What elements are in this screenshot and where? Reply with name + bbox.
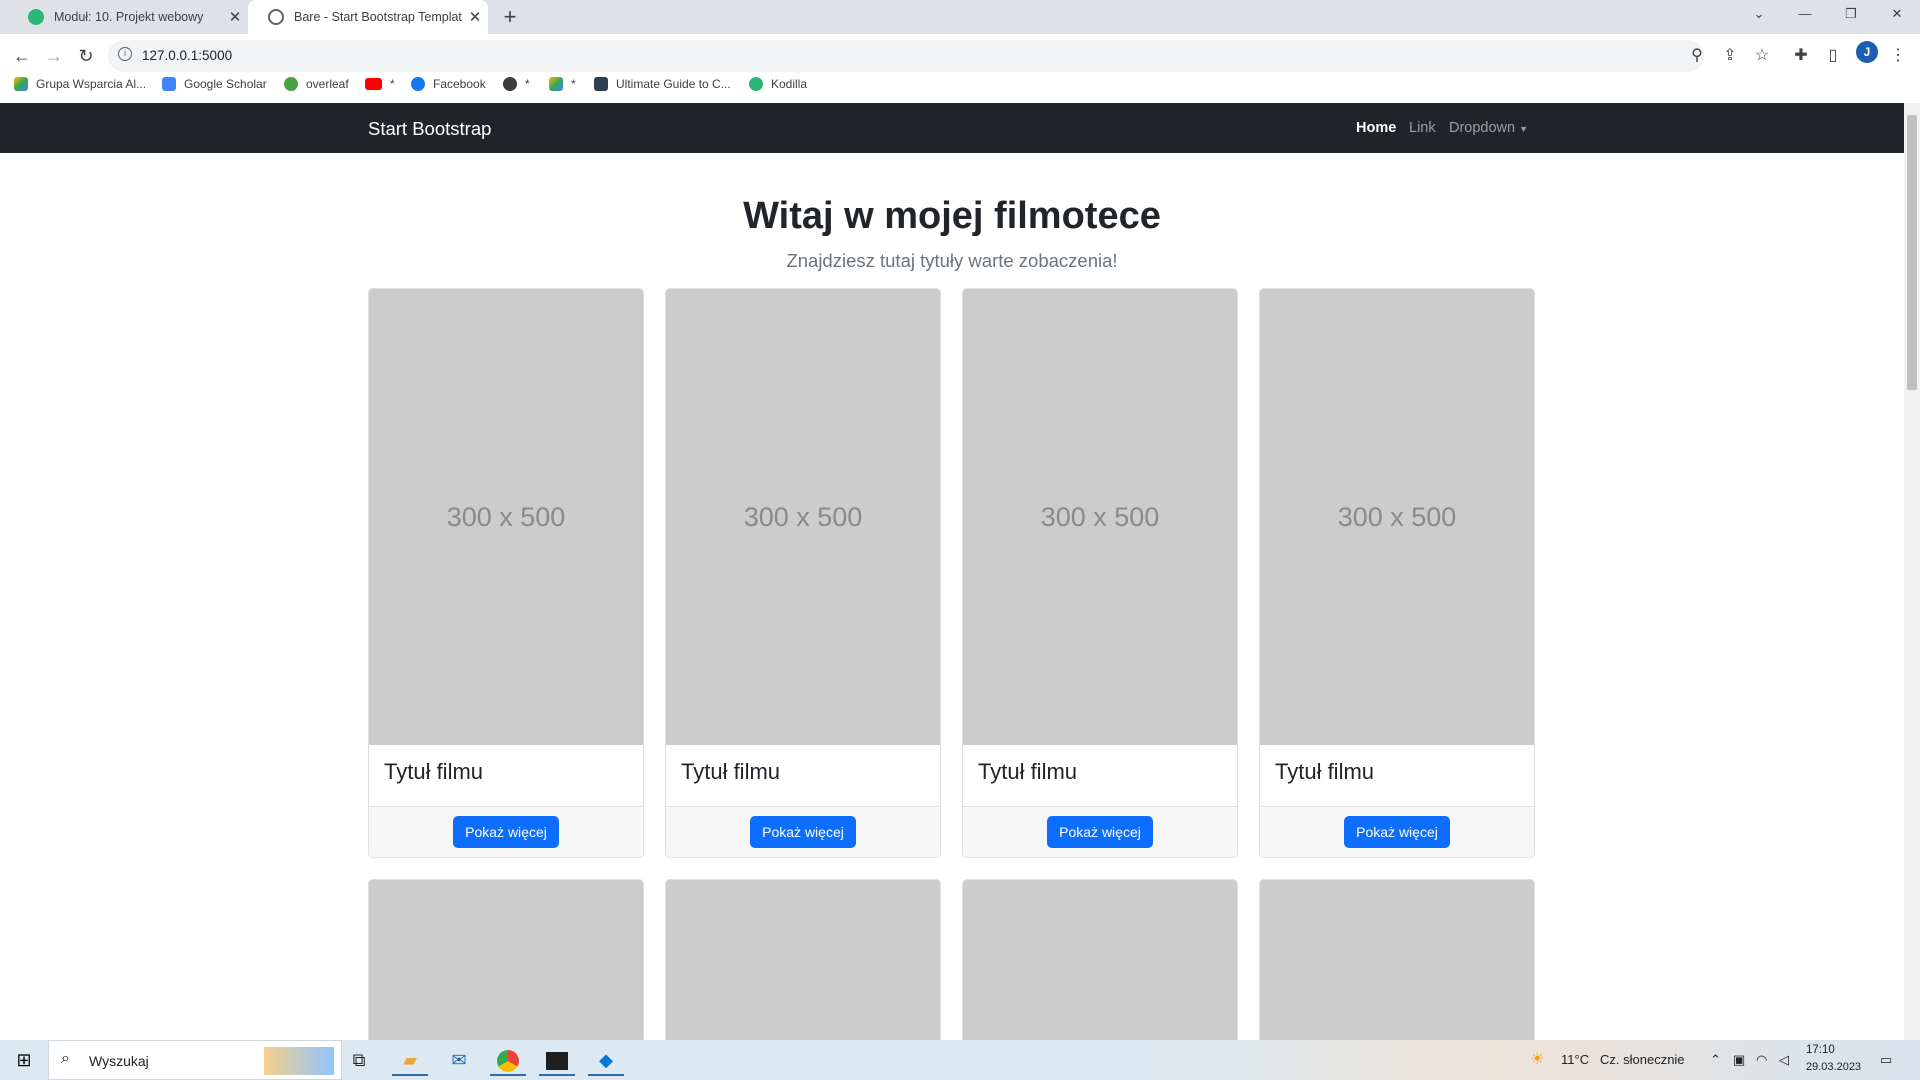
- drive-icon: [549, 77, 563, 91]
- poster-placeholder: 300 x 500: [1260, 289, 1534, 745]
- card-title: Tytuł filmu: [369, 745, 643, 807]
- bookmark-chatgpt[interactable]: *: [503, 76, 530, 92]
- file-explorer-icon[interactable]: ▰: [392, 1044, 428, 1076]
- overleaf-icon: [284, 77, 298, 91]
- taskbar-search[interactable]: ⌕ Wyszukaj: [48, 1040, 342, 1080]
- back-button[interactable]: ←: [8, 42, 36, 70]
- poster-placeholder: 300 x 500: [963, 289, 1237, 745]
- bookmark-kodilla[interactable]: Kodilla: [749, 76, 807, 92]
- extensions-icon[interactable]: ✚: [1787, 42, 1815, 70]
- side-panel-icon[interactable]: ▯: [1819, 42, 1847, 70]
- tab-bare[interactable]: Bare - Start Bootstrap Template ✕: [248, 0, 488, 34]
- card-title: Tytuł filmu: [666, 745, 940, 807]
- notifications-icon[interactable]: ▭: [1880, 1052, 1892, 1068]
- weather-icon: ☀: [1530, 1051, 1545, 1068]
- navbar-brand[interactable]: Start Bootstrap: [368, 118, 491, 140]
- globe-icon: [268, 9, 284, 25]
- scrollbar-thumb[interactable]: [1907, 115, 1917, 390]
- bookmark-facebook[interactable]: Facebook: [411, 76, 486, 92]
- weather-temp[interactable]: 11°C: [1561, 1052, 1589, 1067]
- show-more-button[interactable]: Pokaż więcej: [1344, 816, 1450, 848]
- chrome-icon[interactable]: [490, 1044, 526, 1076]
- scholar-icon: [162, 77, 176, 91]
- caret-down-icon: ▼: [1519, 124, 1529, 134]
- windows-start-icon[interactable]: ⊞: [6, 1044, 42, 1076]
- show-more-button[interactable]: Pokaż więcej: [453, 816, 559, 848]
- youtube-icon: [365, 78, 382, 90]
- url-text: 127.0.0.1:5000: [142, 48, 233, 63]
- tab-search-icon[interactable]: ⌄: [1744, 6, 1774, 26]
- tab-title: Moduł: 10. Projekt webowy: [54, 10, 204, 24]
- nav-dropdown[interactable]: Dropdown ▼: [1449, 120, 1528, 136]
- check-icon: [28, 9, 44, 25]
- movie-card: 300 x 500 Tytuł filmu Pokaż więcej: [1259, 288, 1535, 858]
- show-more-button[interactable]: Pokaż więcej: [750, 816, 856, 848]
- tab-modul[interactable]: Moduł: 10. Projekt webowy ✕: [8, 0, 248, 34]
- address-bar[interactable]: i 127.0.0.1:5000: [108, 40, 1704, 72]
- meet-icon[interactable]: ▣: [1733, 1052, 1745, 1068]
- vscode-icon[interactable]: ◆: [588, 1044, 624, 1076]
- tab-title: Bare - Start Bootstrap Template: [294, 10, 462, 24]
- wifi-icon[interactable]: ◠: [1756, 1052, 1767, 1068]
- avatar[interactable]: J: [1856, 41, 1878, 63]
- windows-taskbar: ⊞ ⌕ Wyszukaj ⧉ ▰ ✉ ◆ ☀ 11°C Cz. słoneczn…: [0, 1040, 1920, 1080]
- card-title: Tytuł filmu: [1260, 745, 1534, 807]
- page-subtitle: Znajdziesz tutaj tytuły warte zobaczenia…: [786, 250, 1118, 271]
- new-tab-button[interactable]: +: [498, 4, 522, 30]
- bookmark-youtube[interactable]: *: [365, 76, 395, 92]
- bookmark-grupa[interactable]: Grupa Wsparcia Al...: [14, 76, 146, 92]
- search-highlight-image: [264, 1047, 334, 1075]
- close-icon[interactable]: ✕: [222, 8, 248, 26]
- page-scrollbar[interactable]: [1904, 103, 1920, 1040]
- poster-placeholder: 300 x 500: [369, 289, 643, 745]
- bookmark-drive[interactable]: *: [549, 76, 576, 92]
- bookmark-overleaf[interactable]: overleaf: [284, 76, 349, 92]
- close-icon[interactable]: ✕: [462, 8, 488, 26]
- movie-card: 300 x 500 Tytuł filmu Pokaż więcej: [368, 288, 644, 858]
- reload-button[interactable]: ↻: [72, 42, 100, 70]
- movie-card: 300 x 500 Tytuł filmu Pokaż więcej: [962, 288, 1238, 858]
- drive-icon: [14, 77, 28, 91]
- movie-card: 300 x 500 Tytuł filmu Pokaż więcej: [665, 288, 941, 858]
- browser-tab-bar: Moduł: 10. Projekt webowy ✕ Bare - Start…: [0, 0, 1920, 34]
- info-icon[interactable]: i: [118, 47, 132, 61]
- nav-link-home[interactable]: Home: [1356, 120, 1396, 136]
- browser-toolbar: ← → ↻ i 127.0.0.1:5000 ⚲ ⇪ ☆ ✚ ▯ ⋮: [0, 34, 1920, 104]
- poster-placeholder: 300 x 500: [666, 289, 940, 745]
- card-title: Tytuł filmu: [963, 745, 1237, 807]
- site-navbar: Start Bootstrap Home Link Dropdown ▼: [0, 103, 1904, 153]
- minimize-button[interactable]: —: [1790, 6, 1820, 26]
- page-title: Witaj w mojej filmotece: [743, 195, 1161, 237]
- volume-icon[interactable]: ◁: [1779, 1052, 1789, 1068]
- forward-button[interactable]: →: [40, 42, 68, 70]
- clock-date[interactable]: 29.03.2023: [1806, 1061, 1861, 1073]
- menu-icon[interactable]: ⋮: [1884, 42, 1912, 70]
- openai-icon: [503, 77, 517, 91]
- zoom-icon[interactable]: ⚲: [1683, 42, 1711, 70]
- terminal-icon[interactable]: [539, 1044, 575, 1076]
- search-placeholder: Wyszukaj: [89, 1053, 149, 1069]
- bookmark-scholar[interactable]: Google Scholar: [162, 76, 267, 92]
- nav-link-link[interactable]: Link: [1409, 120, 1436, 136]
- task-view-icon[interactable]: ⧉: [341, 1044, 377, 1076]
- facebook-icon: [411, 77, 425, 91]
- search-icon: ⌕: [61, 1050, 70, 1067]
- share-icon[interactable]: ⇪: [1716, 42, 1744, 70]
- weather-desc[interactable]: Cz. słonecznie: [1600, 1052, 1685, 1067]
- mail-icon[interactable]: ✉: [441, 1044, 477, 1076]
- clock-time[interactable]: 17:10: [1806, 1044, 1835, 1056]
- bookmark-ultimate[interactable]: Ultimate Guide to C...: [594, 76, 731, 92]
- star-icon[interactable]: ☆: [1748, 42, 1776, 70]
- page-icon: [594, 77, 608, 91]
- chevron-up-icon[interactable]: ⌃: [1710, 1052, 1721, 1068]
- show-more-button[interactable]: Pokaż więcej: [1047, 816, 1153, 848]
- window-close-button[interactable]: ✕: [1882, 6, 1912, 26]
- restore-button[interactable]: ❐: [1836, 6, 1866, 26]
- kodilla-icon: [749, 77, 763, 91]
